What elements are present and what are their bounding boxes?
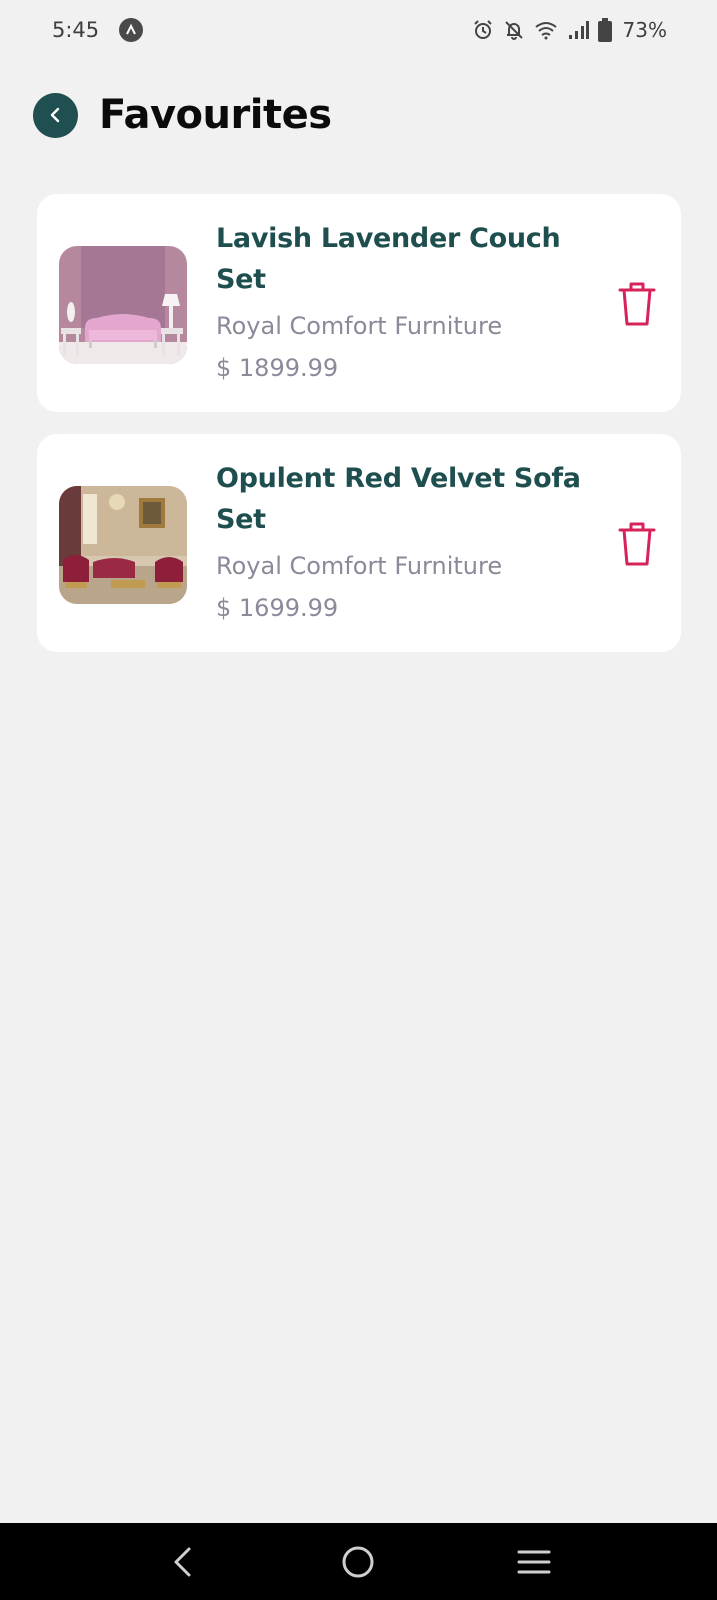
system-nav-bar bbox=[0, 1523, 717, 1600]
card-info: Opulent Red Velvet Sofa Set Royal Comfor… bbox=[216, 458, 596, 624]
product-price: $ 1899.99 bbox=[216, 354, 339, 382]
delete-button[interactable] bbox=[616, 520, 658, 568]
product-price: $ 1699.99 bbox=[216, 594, 339, 622]
brand-name: Royal Comfort Furniture bbox=[216, 312, 503, 340]
notifications-off-icon bbox=[503, 19, 525, 41]
nav-recents-button[interactable] bbox=[504, 1537, 564, 1587]
product-name[interactable]: Opulent Red Velvet Sofa Set bbox=[216, 458, 596, 540]
battery-percentage: 73% bbox=[622, 18, 667, 42]
trash-icon bbox=[618, 522, 656, 566]
trash-icon bbox=[618, 282, 656, 326]
favourite-card[interactable]: Lavish Lavender Couch Set Royal Comfort … bbox=[37, 194, 681, 412]
status-bar: 5:45 73% bbox=[0, 0, 717, 60]
alarm-icon bbox=[472, 19, 494, 41]
lavender-couch-image[interactable] bbox=[59, 246, 187, 364]
signal-icon bbox=[567, 20, 589, 40]
brand-name: Royal Comfort Furniture bbox=[216, 552, 503, 580]
nav-back-button[interactable] bbox=[153, 1537, 213, 1587]
status-time: 5:45 bbox=[52, 18, 100, 42]
red-velvet-sofa-image[interactable] bbox=[59, 486, 187, 604]
status-right: 73% bbox=[472, 18, 667, 42]
app-indicator-icon bbox=[119, 18, 144, 42]
favourite-card[interactable]: Opulent Red Velvet Sofa Set Royal Comfor… bbox=[37, 434, 681, 652]
card-info: Lavish Lavender Couch Set Royal Comfort … bbox=[216, 218, 596, 384]
page-title: Favourites bbox=[99, 92, 332, 138]
status-left: 5:45 bbox=[52, 18, 144, 42]
nav-recents-icon bbox=[517, 1550, 551, 1573]
wifi-icon bbox=[534, 20, 558, 40]
delete-button[interactable] bbox=[616, 280, 658, 328]
back-button[interactable] bbox=[33, 92, 78, 138]
nav-home-icon bbox=[342, 1546, 374, 1577]
nav-back-icon bbox=[174, 1547, 191, 1576]
header: Favourites bbox=[33, 92, 332, 138]
battery-icon bbox=[597, 18, 612, 42]
chevron-left-icon bbox=[50, 107, 59, 123]
product-name[interactable]: Lavish Lavender Couch Set bbox=[216, 218, 596, 300]
nav-home-button[interactable] bbox=[328, 1537, 388, 1587]
